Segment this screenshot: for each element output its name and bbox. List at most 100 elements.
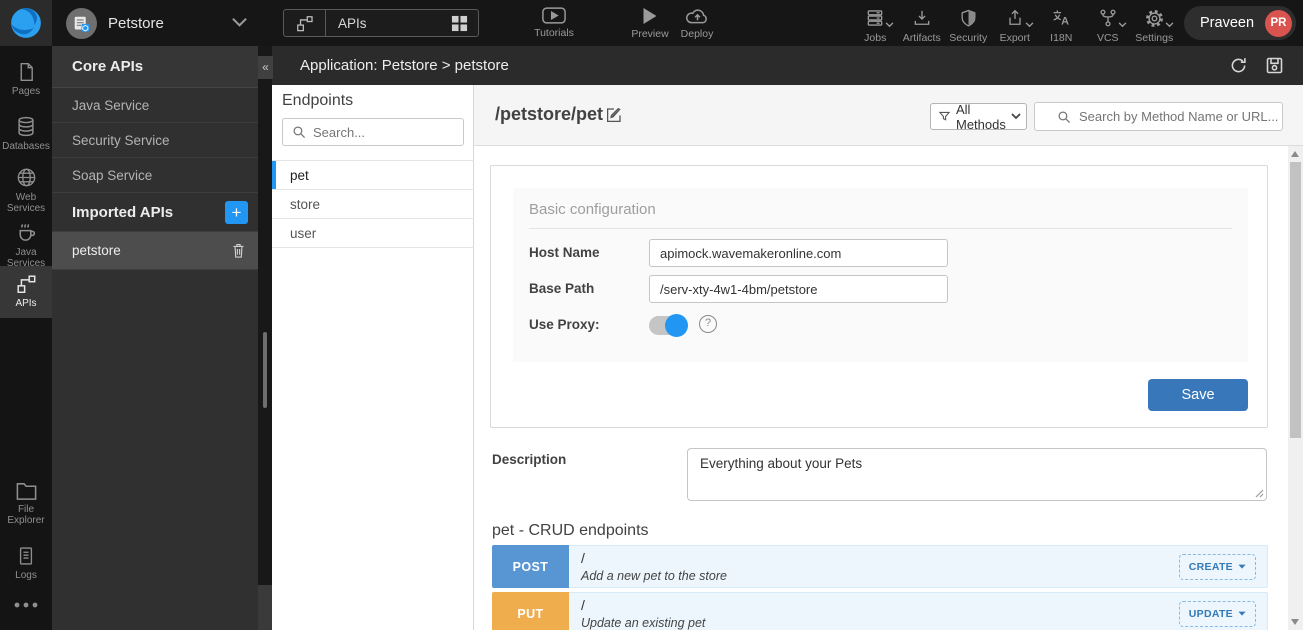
i18n-label: I18N [1050,32,1072,44]
sidebar-item-java-services[interactable]: Java Services [0,214,52,269]
app-window: Petstore APIs [0,0,1303,630]
tree-item-security-service[interactable]: Security Service [52,123,258,158]
preview-play-icon [642,7,658,25]
project-name: Petstore [108,15,164,32]
project-avatar [66,8,97,39]
more-dots-icon [13,601,39,609]
api-tree-panel: Core APIs Java Service Security Service … [52,46,258,630]
vcs-branch-icon [1098,8,1118,28]
deploy-button[interactable]: Deploy [664,7,730,40]
sidebar-item-databases[interactable]: Databases [0,108,52,152]
endpoint-header: /petstore/pet All Methods [474,85,1303,146]
export-icon [1005,8,1025,28]
panel-divider [258,46,272,630]
sidebar-item-apis[interactable]: APIs [0,266,52,318]
tree-item-java-service[interactable]: Java Service [52,88,258,123]
workspace-label: APIs [326,16,451,31]
refresh-icon[interactable] [1228,55,1249,76]
add-api-button[interactable]: + [225,201,248,224]
host-name-field[interactable] [649,239,948,267]
export-button[interactable]: Export [992,7,1039,44]
vertical-scrollbar[interactable] [1288,146,1303,630]
method-row-post[interactable]: POST / Add a new pet to the store CREATE [492,545,1268,588]
chevron-down-icon [1011,113,1021,120]
chevron-down-icon [1118,22,1127,28]
left-icon-bar: Pages Databases Web Services [0,46,52,630]
sidebar-item-web-services[interactable]: Web Services [0,159,52,214]
security-button[interactable]: Security [945,7,992,44]
base-path-label: Base Path [529,281,594,296]
chevron-down-icon [1025,22,1034,28]
endpoint-search-box[interactable] [282,118,464,146]
settings-gear-icon [1144,8,1165,29]
user-avatar: PR [1265,10,1292,37]
artifacts-button[interactable]: Artifacts [899,7,946,44]
endpoint-item-pet[interactable]: pet [272,161,474,190]
sidebar-item-file-explorer[interactable]: File Explorer [0,474,52,526]
host-name-label: Host Name [529,245,600,260]
panel-scrollbar-thumb[interactable] [263,332,267,408]
page-title: /petstore/pet [495,104,603,125]
method-search-input[interactable] [1079,109,1279,124]
endpoint-search-input[interactable] [313,125,443,140]
workspace-selector[interactable]: APIs [283,9,479,37]
vcs-button[interactable]: VCS [1085,7,1132,44]
scrollbar-down-arrow[interactable] [1291,619,1299,625]
search-icon [292,125,306,139]
tutorials-button[interactable]: Tutorials [521,7,587,39]
wavemaker-logo[interactable] [0,0,52,46]
description-field-wrap: Everything about your Pets [687,448,1267,501]
scrollbar-up-arrow[interactable] [1291,151,1299,157]
use-proxy-label: Use Proxy: [529,317,600,332]
imported-apis-header: Imported APIs + [52,193,258,232]
deploy-cloud-icon [686,7,709,25]
search-icon [1057,110,1071,124]
help-icon[interactable]: ? [699,315,717,333]
i18n-translate-icon: A [1051,8,1072,28]
collapse-panel-button[interactable]: « [258,56,273,79]
i18n-button[interactable]: A I18N [1038,7,1085,44]
description-field[interactable]: Everything about your Pets [687,448,1267,501]
method-search-box[interactable] [1034,102,1283,131]
apis-node-icon [15,273,37,295]
methods-filter-value: All Methods [956,102,1006,132]
grid-icon[interactable] [451,15,468,32]
save-button[interactable]: Save [1148,379,1248,411]
endpoint-item-store[interactable]: store [272,190,474,219]
tutorials-icon [542,7,566,24]
description-label: Description [492,452,566,467]
top-bar: Petstore APIs [0,0,1303,46]
main-content: /petstore/pet All Methods [474,85,1303,630]
pages-icon [16,61,37,83]
base-path-field[interactable] [649,275,948,303]
project-selector[interactable]: Petstore [56,0,258,46]
scrollbar-thumb[interactable] [1290,162,1301,438]
sidebar-item-pages[interactable]: Pages [0,54,52,97]
sidebar-item-logs[interactable]: Logs [0,538,52,581]
security-shield-icon [959,8,978,28]
delete-api-icon[interactable] [231,242,246,259]
use-proxy-toggle[interactable] [649,316,685,335]
settings-label: Settings [1135,32,1173,44]
edit-path-icon[interactable] [605,106,623,124]
export-label: Export [1000,32,1030,44]
settings-button[interactable]: Settings [1131,7,1178,44]
user-name: Praveen [1200,15,1254,31]
artifacts-download-icon [912,8,932,28]
java-coffee-icon [15,221,38,244]
tree-item-soap-service[interactable]: Soap Service [52,158,258,193]
method-row-put[interactable]: PUT / Update an existing pet UPDATE [492,592,1268,630]
user-menu[interactable]: Praveen PR [1184,6,1296,40]
more-options-button[interactable] [0,594,52,609]
artifacts-label: Artifacts [903,32,941,44]
jobs-button[interactable]: Jobs [852,7,899,44]
methods-filter-select[interactable]: All Methods [930,103,1027,130]
tree-item-petstore[interactable]: petstore [52,232,258,270]
save-icon[interactable] [1264,55,1285,76]
endpoint-item-user[interactable]: user [272,219,474,248]
configuration-card: Basic configuration Host Name Base Path … [490,165,1268,428]
update-action-button[interactable]: UPDATE [1179,601,1256,627]
resize-handle-icon[interactable] [1255,489,1264,498]
globe-icon [15,166,38,189]
create-action-button[interactable]: CREATE [1179,554,1256,580]
